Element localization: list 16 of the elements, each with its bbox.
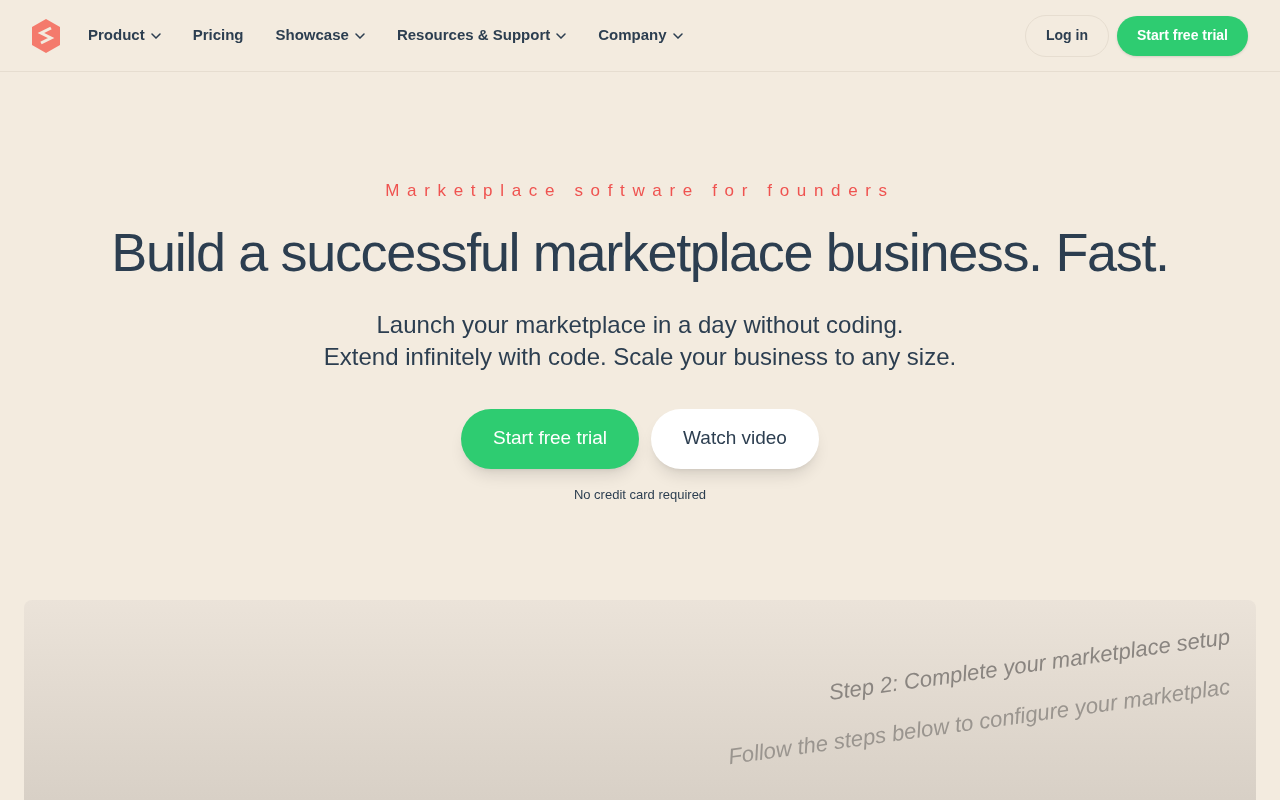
eyebrow-text: Marketplace software for founders	[385, 180, 895, 202]
nav-link[interactable]: Product	[88, 24, 161, 47]
hero-subtitle: Launch your marketplace in a day without coding.	[376, 309, 904, 340]
logo-icon[interactable]	[32, 18, 60, 53]
hero-subtitle: Extend infinitely with code. Scale your business to any size.	[323, 341, 957, 372]
nav-link[interactable]: Company	[598, 24, 683, 47]
nav-link[interactable]: Pricing	[192, 24, 244, 47]
no-card-note: No credit card required	[573, 485, 707, 504]
chevron-down-icon	[150, 32, 161, 39]
hero-title: Build a successful marketplace business. Fast.	[111, 220, 1169, 284]
chevron-down-icon	[556, 32, 567, 39]
chevron-down-icon	[354, 32, 365, 39]
chevron-down-icon	[672, 32, 683, 39]
nav-link[interactable]: Resources & Support	[396, 24, 567, 47]
watch-video-button[interactable]: Watch video	[651, 408, 819, 469]
nav-link[interactable]: Showcase	[275, 24, 365, 47]
